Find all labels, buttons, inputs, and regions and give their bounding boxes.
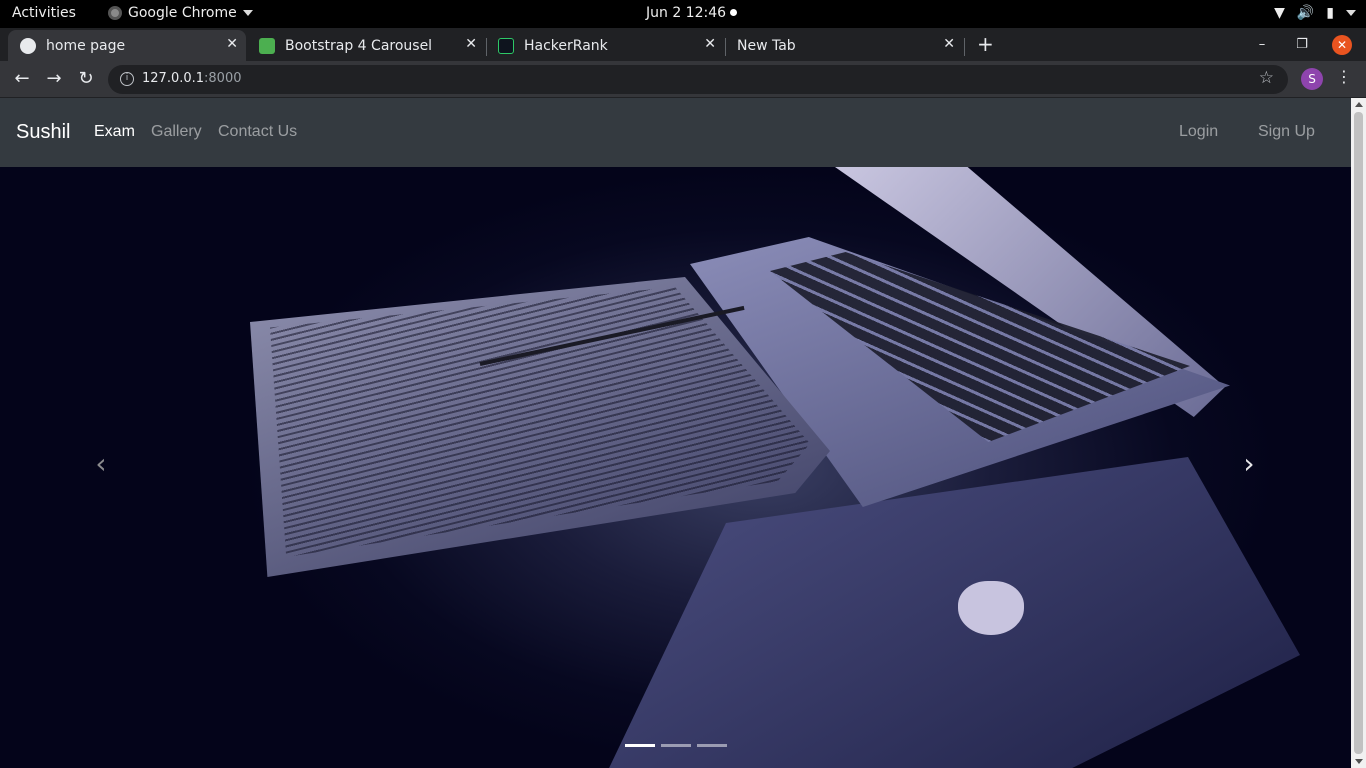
profile-avatar[interactable]: S	[1301, 68, 1323, 90]
tab-bootstrap-carousel[interactable]: Bootstrap 4 Carousel ✕	[247, 30, 485, 61]
activities-button[interactable]: Activities	[12, 5, 76, 21]
carousel: ‹ ›	[0, 167, 1351, 768]
close-icon[interactable]: ✕	[943, 36, 955, 52]
nav-link-sign-up[interactable]: Sign Up	[1258, 123, 1315, 141]
clock[interactable]: Jun 2 12:46	[646, 5, 738, 21]
tab-title: HackerRank	[524, 37, 608, 54]
carousel-next-button[interactable]: ›	[1234, 447, 1264, 487]
globe-icon	[20, 37, 36, 54]
w3-icon	[259, 37, 275, 54]
scroll-up-icon[interactable]	[1355, 102, 1363, 107]
tab-title: home page	[46, 37, 126, 54]
chrome-icon	[108, 6, 122, 20]
info-icon[interactable]: i	[120, 72, 134, 86]
app-menu[interactable]: Google Chrome	[108, 5, 253, 21]
carousel-indicators	[625, 744, 727, 747]
close-icon[interactable]: ✕	[704, 36, 716, 52]
tab-strip: home page ✕ Bootstrap 4 Carousel ✕ Hacke…	[0, 28, 1366, 61]
nav-link-gallery[interactable]: Gallery	[151, 123, 202, 141]
chevron-down-icon	[242, 10, 253, 16]
close-window-icon[interactable]: ✕	[1332, 34, 1352, 55]
new-tab-button[interactable]: +	[977, 32, 994, 56]
restore-icon[interactable]: ❐	[1282, 37, 1322, 52]
book-text-lines	[270, 287, 810, 557]
tab-title: Bootstrap 4 Carousel	[285, 37, 433, 54]
tab-separator	[964, 38, 965, 56]
carousel-prev-button[interactable]: ‹	[86, 447, 116, 487]
scroll-down-icon[interactable]	[1355, 759, 1363, 764]
back-icon[interactable]: ←	[10, 68, 34, 92]
carousel-indicator-1[interactable]	[625, 744, 655, 747]
site-navbar: Sushil Exam Gallery Contact Us Login Sig…	[0, 98, 1351, 167]
address-bar[interactable]: i 127.0.0.1:8000 ☆	[108, 65, 1288, 94]
url-port: :8000	[204, 71, 242, 86]
notification-dot-icon	[730, 9, 738, 16]
chevron-down-icon	[1346, 10, 1356, 16]
browser-toolbar: ← → ↻ i 127.0.0.1:8000 ☆	[0, 61, 1366, 98]
more-menu-icon[interactable]: ⋮	[1336, 67, 1352, 86]
app-name: Google Chrome	[128, 5, 237, 21]
hackerrank-icon	[498, 37, 514, 54]
system-top-bar: Activities Google Chrome Jun 2 12:46 ▼ 🔊…	[0, 0, 1366, 28]
tab-home-page[interactable]: home page ✕	[8, 30, 246, 61]
apple-logo-icon	[958, 581, 1024, 635]
tab-title: New Tab	[737, 37, 796, 54]
page-scrollbar[interactable]	[1351, 98, 1366, 768]
url-host: 127.0.0.1	[142, 71, 205, 86]
url-text[interactable]: 127.0.0.1:8000	[142, 71, 242, 86]
carousel-indicator-3[interactable]	[697, 744, 727, 747]
nav-link-exam[interactable]: Exam	[94, 123, 135, 141]
tab-hackerrank[interactable]: HackerRank ✕	[486, 30, 724, 61]
page-viewport: Sushil Exam Gallery Contact Us Login Sig…	[0, 98, 1351, 768]
clock-text: Jun 2 12:46	[646, 5, 727, 21]
carousel-indicator-2[interactable]	[661, 744, 691, 747]
reload-icon[interactable]: ↻	[74, 68, 98, 92]
close-icon[interactable]: ✕	[226, 36, 238, 52]
tab-new-tab[interactable]: New Tab ✕	[725, 30, 963, 61]
battery-icon: ▮	[1326, 5, 1334, 21]
forward-icon[interactable]: →	[42, 68, 66, 92]
minimize-icon[interactable]: –	[1242, 37, 1282, 52]
close-icon[interactable]: ✕	[465, 36, 477, 52]
system-tray[interactable]: ▼ 🔊 ▮	[1274, 5, 1356, 21]
window-controls: – ❐ ✕	[1242, 28, 1366, 61]
nav-link-contact-us[interactable]: Contact Us	[218, 123, 297, 141]
wifi-icon: ▼	[1274, 5, 1285, 21]
volume-icon: 🔊	[1296, 5, 1315, 21]
nav-link-login[interactable]: Login	[1179, 123, 1218, 141]
scroll-thumb[interactable]	[1354, 112, 1363, 754]
navbar-brand[interactable]: Sushil	[16, 121, 70, 144]
bookmark-star-icon[interactable]: ☆	[1259, 68, 1274, 88]
